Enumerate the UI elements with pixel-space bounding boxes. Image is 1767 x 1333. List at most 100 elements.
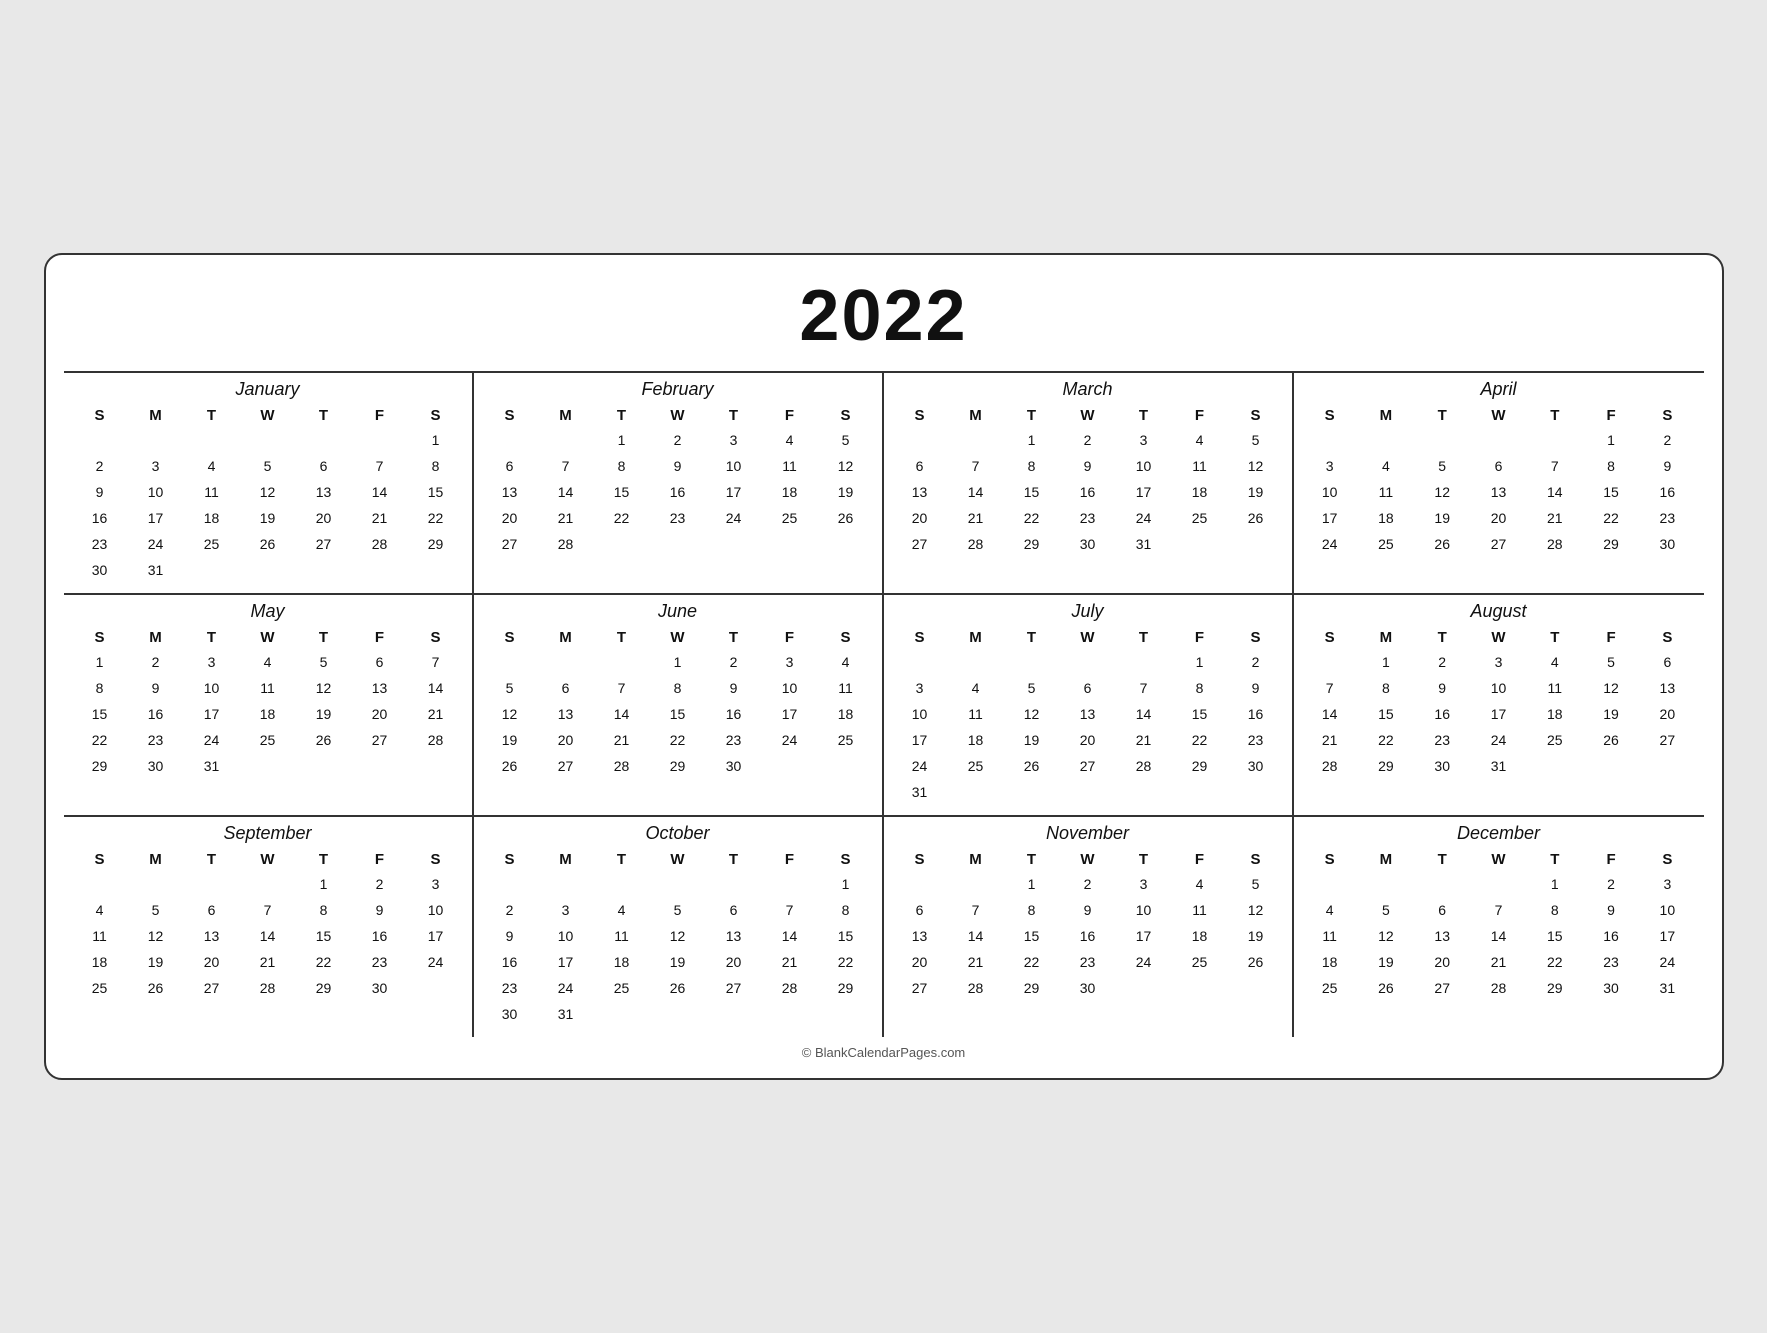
empty-day bbox=[128, 871, 184, 897]
day-cell: 11 bbox=[240, 675, 296, 701]
month-name: February bbox=[482, 379, 874, 400]
day-cell: 15 bbox=[296, 923, 352, 949]
months-grid: JanuarySMTWTFS12345678910111213141516171… bbox=[64, 371, 1704, 1037]
month-block-january: JanuarySMTWTFS12345678910111213141516171… bbox=[64, 373, 474, 595]
day-cell: 8 bbox=[1004, 897, 1060, 923]
day-cell: 16 bbox=[128, 701, 184, 727]
empty-day bbox=[240, 871, 296, 897]
day-cell: 13 bbox=[706, 923, 762, 949]
month-name: October bbox=[482, 823, 874, 844]
day-cell: 23 bbox=[1583, 949, 1639, 975]
day-cell: 9 bbox=[1060, 897, 1116, 923]
day-cell: 17 bbox=[706, 479, 762, 505]
empty-day bbox=[1358, 427, 1414, 453]
empty-day bbox=[762, 753, 818, 779]
day-cell: 16 bbox=[352, 923, 408, 949]
empty-day bbox=[1414, 871, 1470, 897]
empty-day bbox=[482, 649, 538, 675]
day-cell: 14 bbox=[352, 479, 408, 505]
day-header: F bbox=[1583, 626, 1639, 649]
day-header: M bbox=[538, 404, 594, 427]
year-title: 2022 bbox=[64, 265, 1704, 371]
empty-day bbox=[1414, 427, 1470, 453]
day-cell: 1 bbox=[408, 427, 464, 453]
empty-day bbox=[296, 427, 352, 453]
day-cell: 18 bbox=[818, 701, 874, 727]
day-cell: 9 bbox=[128, 675, 184, 701]
day-cell: 6 bbox=[184, 897, 240, 923]
empty-day bbox=[1004, 649, 1060, 675]
day-cell: 24 bbox=[1302, 531, 1358, 557]
day-cell: 16 bbox=[1639, 479, 1695, 505]
day-cell: 23 bbox=[352, 949, 408, 975]
day-cell: 15 bbox=[1004, 923, 1060, 949]
day-cell: 22 bbox=[1583, 505, 1639, 531]
day-cell: 1 bbox=[1583, 427, 1639, 453]
day-cell: 28 bbox=[408, 727, 464, 753]
day-cell: 5 bbox=[1228, 871, 1284, 897]
day-cell: 20 bbox=[482, 505, 538, 531]
day-cell: 13 bbox=[1414, 923, 1470, 949]
day-cell: 4 bbox=[762, 427, 818, 453]
day-cell: 13 bbox=[1639, 675, 1695, 701]
day-cell: 25 bbox=[72, 975, 128, 1001]
day-cell: 26 bbox=[1228, 949, 1284, 975]
day-cell: 10 bbox=[762, 675, 818, 701]
day-header: T bbox=[296, 848, 352, 871]
day-cell: 16 bbox=[650, 479, 706, 505]
day-cell: 25 bbox=[184, 531, 240, 557]
day-cell: 8 bbox=[296, 897, 352, 923]
day-cell: 13 bbox=[538, 701, 594, 727]
day-header: T bbox=[1527, 848, 1583, 871]
day-header: T bbox=[1414, 626, 1470, 649]
day-header: T bbox=[184, 626, 240, 649]
day-cell: 16 bbox=[1583, 923, 1639, 949]
empty-day bbox=[706, 531, 762, 557]
day-header: S bbox=[1302, 404, 1358, 427]
day-cell: 31 bbox=[892, 779, 948, 805]
day-cell: 14 bbox=[1527, 479, 1583, 505]
day-cell: 19 bbox=[1583, 701, 1639, 727]
day-cell: 31 bbox=[1639, 975, 1695, 1001]
day-cell: 17 bbox=[1116, 479, 1172, 505]
day-cell: 2 bbox=[1583, 871, 1639, 897]
day-cell: 28 bbox=[352, 531, 408, 557]
day-cell: 30 bbox=[128, 753, 184, 779]
day-cell: 19 bbox=[818, 479, 874, 505]
day-cell: 17 bbox=[762, 701, 818, 727]
day-cell: 11 bbox=[1172, 453, 1228, 479]
day-cell: 13 bbox=[352, 675, 408, 701]
day-cell: 18 bbox=[948, 727, 1004, 753]
day-cell: 23 bbox=[1060, 949, 1116, 975]
day-header: W bbox=[1470, 626, 1526, 649]
day-cell: 9 bbox=[72, 479, 128, 505]
day-cell: 8 bbox=[1172, 675, 1228, 701]
day-cell: 23 bbox=[1060, 505, 1116, 531]
empty-day bbox=[1060, 649, 1116, 675]
day-cell: 28 bbox=[240, 975, 296, 1001]
day-header: S bbox=[72, 848, 128, 871]
day-header: W bbox=[240, 404, 296, 427]
day-cell: 27 bbox=[1414, 975, 1470, 1001]
month-block-march: MarchSMTWTFS1234567891011121314151617181… bbox=[884, 373, 1294, 595]
day-cell: 7 bbox=[1527, 453, 1583, 479]
day-header: S bbox=[818, 404, 874, 427]
day-cell: 13 bbox=[892, 479, 948, 505]
day-cell: 10 bbox=[1116, 453, 1172, 479]
day-cell: 26 bbox=[482, 753, 538, 779]
day-header: W bbox=[1060, 848, 1116, 871]
empty-day bbox=[240, 753, 296, 779]
month-name: November bbox=[892, 823, 1284, 844]
day-cell: 29 bbox=[1004, 975, 1060, 1001]
empty-day bbox=[72, 871, 128, 897]
day-cell: 30 bbox=[1639, 531, 1695, 557]
day-header: S bbox=[1639, 404, 1695, 427]
day-cell: 1 bbox=[72, 649, 128, 675]
day-cell: 24 bbox=[408, 949, 464, 975]
day-cell: 22 bbox=[1172, 727, 1228, 753]
day-header: F bbox=[1583, 404, 1639, 427]
month-name: December bbox=[1302, 823, 1696, 844]
day-cell: 18 bbox=[1302, 949, 1358, 975]
day-cell: 10 bbox=[1302, 479, 1358, 505]
empty-day bbox=[1004, 779, 1060, 805]
